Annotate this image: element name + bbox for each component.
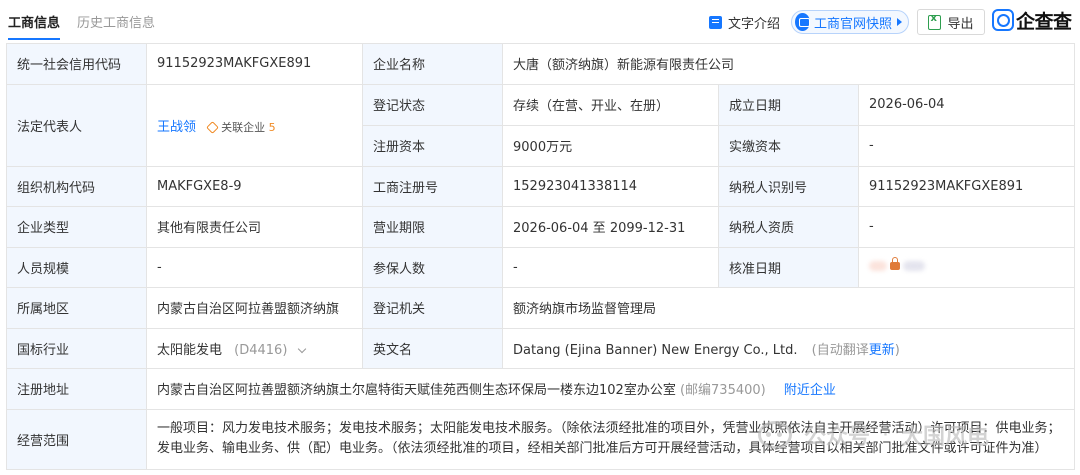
legal-rep-link[interactable]: 王战领 bbox=[157, 120, 196, 135]
approval-date-value[interactable] bbox=[858, 246, 1075, 288]
vip-locked-value[interactable] bbox=[869, 256, 925, 271]
scope-label: 经营范围 bbox=[6, 408, 147, 470]
vip-badge bbox=[903, 260, 925, 271]
blurred-value bbox=[869, 260, 887, 271]
related-companies-label: 关联企业 bbox=[221, 120, 266, 134]
tab-history-business-info[interactable]: 历史工商信息 bbox=[77, 12, 155, 31]
legal-rep-label: 法定代表人 bbox=[6, 83, 147, 167]
established-value: 2026-06-04 bbox=[858, 83, 1075, 126]
company-type-value: 其他有限责任公司 bbox=[146, 206, 363, 248]
industry-label: 国标行业 bbox=[6, 327, 147, 369]
reg-number-value: 152923041338114 bbox=[502, 165, 719, 207]
biz-term-label: 营业期限 bbox=[362, 206, 503, 248]
staff-size-label: 人员规模 bbox=[6, 246, 147, 288]
company-name-value: 大唐（额济纳旗）新能源有限责任公司 bbox=[502, 43, 1075, 85]
table-row: 国标行业 太阳能发电 (D4416) 英文名 Datang (Ejina Ban… bbox=[6, 327, 1075, 369]
logo-mark-icon bbox=[992, 9, 1014, 31]
credit-code-value: 91152923MAKFGXE891 bbox=[146, 43, 363, 85]
staff-size-value: - bbox=[146, 246, 363, 288]
english-name-cell: Datang (Ejina Banner) New Energy Co., Lt… bbox=[502, 327, 1075, 369]
reg-status-label: 登记状态 bbox=[362, 83, 503, 126]
paid-capital-value: - bbox=[858, 124, 1075, 167]
auto-translate-note: (自动翻译 bbox=[811, 342, 869, 358]
top-bar: 工商信息 历史工商信息 文字介绍 工商官网快照 导出 企查查 bbox=[0, 0, 1080, 42]
region-label: 所属地区 bbox=[6, 287, 147, 329]
reg-capital-value: 9000万元 bbox=[502, 124, 719, 167]
approval-date-label: 核准日期 bbox=[718, 246, 859, 288]
reg-capital-label: 注册资本 bbox=[362, 124, 503, 167]
table-row: 人员规模 - 参保人数 - 核准日期 bbox=[6, 246, 1075, 288]
chevron-down-icon[interactable] bbox=[297, 344, 306, 353]
table-row: 经营范围 一般项目：风力发电技术服务；发电技术服务；太阳能发电技术服务。（除依法… bbox=[6, 408, 1075, 470]
qcc-logo: 企查查 bbox=[992, 7, 1072, 33]
insured-value: - bbox=[502, 246, 719, 288]
org-code-value: MAKFGXE8-9 bbox=[146, 165, 363, 207]
text-intro-label: 文字介绍 bbox=[728, 16, 781, 32]
excel-icon bbox=[928, 13, 942, 30]
tab-business-info[interactable]: 工商信息 bbox=[8, 12, 61, 40]
related-companies-count: 5 bbox=[268, 120, 276, 134]
company-type-label: 企业类型 bbox=[6, 206, 147, 248]
postcode: (邮编735400) bbox=[679, 383, 766, 399]
official-snapshot-button[interactable]: 工商官网快照 bbox=[791, 10, 909, 34]
taxpayer-qual-label: 纳税人资质 bbox=[718, 206, 859, 248]
industry-value: 太阳能发电 bbox=[157, 342, 223, 358]
industry-code: (D4416) bbox=[234, 342, 288, 358]
address-cell: 内蒙古自治区阿拉善盟额济纳旗土尔扈特街天赋佳苑西侧生态环保局一楼东边102室办公… bbox=[146, 368, 1075, 410]
reg-authority-value: 额济纳旗市场监督管理局 bbox=[502, 287, 1075, 329]
related-companies-tag[interactable]: 关联企业 5 bbox=[206, 119, 276, 135]
paid-capital-label: 实缴资本 bbox=[718, 124, 859, 167]
industry-cell[interactable]: 太阳能发电 (D4416) bbox=[146, 327, 363, 369]
reg-authority-label: 登记机关 bbox=[362, 287, 503, 329]
table-row: 注册地址 内蒙古自治区阿拉善盟额济纳旗土尔扈特街天赋佳苑西侧生态环保局一楼东边1… bbox=[6, 368, 1075, 410]
lock-icon bbox=[890, 256, 900, 270]
table-row: 企业类型 其他有限责任公司 营业期限 2026-06-04 至 2099-12-… bbox=[6, 206, 1075, 248]
table-row: 组织机构代码 MAKFGXE8-9 工商注册号 152923041338114 … bbox=[6, 165, 1075, 207]
logo-text: 企查查 bbox=[1016, 10, 1072, 33]
business-info-table: 统一社会信用代码 91152923MAKFGXE891 企业名称 大唐（额济纳旗… bbox=[6, 43, 1075, 470]
taxpayer-id-value: 91152923MAKFGXE891 bbox=[858, 165, 1075, 207]
snapshot-icon bbox=[795, 13, 810, 31]
update-translation-link[interactable]: 更新 bbox=[869, 343, 895, 358]
table-row: 统一社会信用代码 91152923MAKFGXE891 企业名称 大唐（额济纳旗… bbox=[6, 43, 1075, 85]
snapshot-label: 工商官网快照 bbox=[813, 16, 892, 32]
nearby-companies-link[interactable]: 附近企业 bbox=[784, 383, 836, 398]
credit-code-label: 统一社会信用代码 bbox=[6, 43, 147, 85]
reg-status-value: 存续（在营、开业、在册） bbox=[502, 83, 719, 126]
chevron-right-icon bbox=[897, 18, 902, 26]
table-row: 法定代表人 王战领 关联企业 5 登记状态 存续（在营、开业、在册） 成立日期 … bbox=[6, 83, 1075, 167]
region-value: 内蒙古自治区阿拉善盟额济纳旗 bbox=[146, 287, 363, 329]
english-name-value: Datang (Ejina Banner) New Energy Co., Lt… bbox=[513, 342, 798, 358]
org-code-label: 组织机构代码 bbox=[6, 165, 147, 207]
address-label: 注册地址 bbox=[6, 368, 147, 410]
legal-rep-cell: 王战领 关联企业 5 bbox=[146, 83, 363, 167]
biz-term-value: 2026-06-04 至 2099-12-31 bbox=[502, 206, 719, 248]
scope-value: 一般项目：风力发电技术服务；发电技术服务；太阳能发电技术服务。（除依法须经批准的… bbox=[146, 408, 1075, 470]
document-icon bbox=[709, 15, 722, 29]
link-icon bbox=[206, 120, 220, 134]
auto-translate-close: ) bbox=[894, 342, 900, 358]
insured-label: 参保人数 bbox=[362, 246, 503, 288]
company-name-label: 企业名称 bbox=[362, 43, 503, 85]
export-button[interactable]: 导出 bbox=[917, 9, 985, 35]
export-label: 导出 bbox=[947, 16, 974, 32]
taxpayer-id-label: 纳税人识别号 bbox=[718, 165, 859, 207]
table-row: 所属地区 内蒙古自治区阿拉善盟额济纳旗 登记机关 额济纳旗市场监督管理局 bbox=[6, 287, 1075, 329]
established-label: 成立日期 bbox=[718, 83, 859, 126]
english-name-label: 英文名 bbox=[362, 327, 503, 369]
taxpayer-qual-value: - bbox=[858, 206, 1075, 248]
address-value: 内蒙古自治区阿拉善盟额济纳旗土尔扈特街天赋佳苑西侧生态环保局一楼东边102室办公… bbox=[157, 383, 676, 399]
reg-number-label: 工商注册号 bbox=[362, 165, 503, 207]
text-intro-button[interactable]: 文字介绍 bbox=[709, 10, 780, 34]
